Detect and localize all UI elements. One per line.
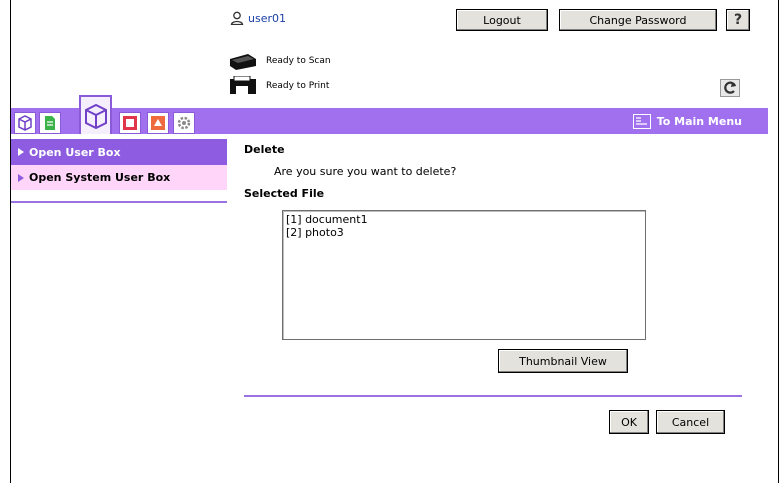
fax-tab[interactable] bbox=[14, 112, 36, 134]
printer-status: Ready to Print bbox=[228, 76, 329, 96]
document-tab[interactable] bbox=[39, 112, 61, 134]
triangle-right-icon bbox=[18, 173, 24, 182]
settings-tab-icon bbox=[177, 116, 191, 130]
print-tab[interactable] bbox=[119, 112, 141, 134]
selected-file-heading: Selected File bbox=[244, 187, 325, 200]
cancel-button[interactable]: Cancel bbox=[656, 410, 725, 434]
sidebar-item-label: Open System User Box bbox=[29, 171, 171, 184]
print-tab-icon bbox=[123, 116, 137, 130]
printer-status-text: Ready to Print bbox=[266, 81, 330, 91]
refresh-icon[interactable] bbox=[720, 79, 740, 97]
thumbnail-view-button[interactable]: Thumbnail View bbox=[498, 349, 628, 373]
box-tab-icon bbox=[84, 103, 107, 129]
list-item[interactable]: [1] document1 bbox=[286, 213, 642, 226]
document-tab-icon bbox=[45, 116, 55, 130]
box-tab[interactable] bbox=[79, 95, 112, 134]
change-password-button[interactable]: Change Password bbox=[559, 9, 717, 31]
content-divider bbox=[244, 395, 742, 397]
store-tab-icon bbox=[151, 116, 165, 130]
main-menu-icon bbox=[632, 114, 651, 129]
ok-button[interactable]: OK bbox=[609, 410, 649, 434]
fax-tab-icon bbox=[18, 115, 32, 131]
confirm-message: Are you sure you want to delete? bbox=[274, 165, 457, 178]
username[interactable]: user01 bbox=[248, 12, 286, 25]
user-area: user01 bbox=[230, 11, 286, 25]
to-main-menu-link[interactable]: To Main Menu bbox=[632, 114, 742, 129]
logout-button[interactable]: Logout bbox=[456, 9, 548, 31]
scanner-status: Ready to Scan bbox=[228, 51, 331, 71]
help-button[interactable]: ? bbox=[726, 9, 750, 31]
help-icon: ? bbox=[733, 12, 743, 28]
scanner-icon bbox=[230, 54, 256, 70]
main-menu-label: To Main Menu bbox=[656, 115, 742, 128]
list-item[interactable]: [2] photo3 bbox=[286, 226, 642, 239]
printer-icon bbox=[230, 76, 256, 94]
sidebar-divider bbox=[11, 201, 227, 203]
triangle-right-icon bbox=[18, 148, 24, 156]
scanner-status-text: Ready to Scan bbox=[266, 56, 331, 66]
store-tab[interactable] bbox=[147, 112, 169, 134]
sidebar-item-label: Open User Box bbox=[29, 145, 121, 159]
sidebar-item-open-user-box[interactable]: Open User Box bbox=[11, 139, 227, 165]
selected-file-list[interactable]: [1] document1 [2] photo3 bbox=[282, 210, 646, 340]
user-icon bbox=[230, 11, 244, 25]
settings-tab[interactable] bbox=[173, 112, 195, 134]
sidebar-item-open-system-user-box[interactable]: Open System User Box bbox=[11, 165, 227, 190]
delete-heading: Delete bbox=[244, 143, 285, 156]
